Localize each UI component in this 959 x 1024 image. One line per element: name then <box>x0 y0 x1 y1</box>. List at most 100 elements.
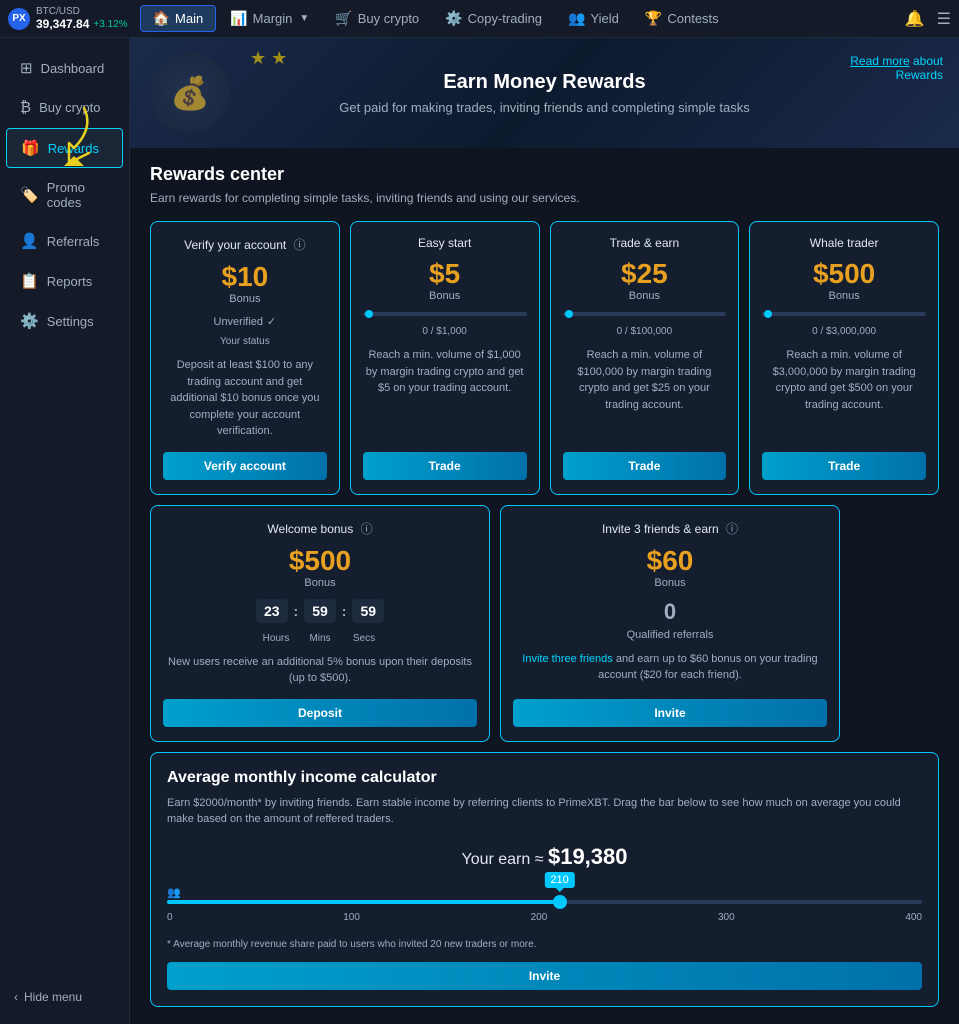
earn-amount: $19,380 <box>548 844 628 869</box>
sidebar-label-buy-crypto: Buy crypto <box>39 100 100 115</box>
copy-icon: ⚙️ <box>445 10 462 27</box>
calculator-invite-button[interactable]: Invite <box>167 962 922 990</box>
info-icon-verify[interactable]: ⓘ <box>294 238 306 252</box>
home-icon: 🏠 <box>153 10 170 27</box>
rewards-center-subtitle: Earn rewards for completing simple tasks… <box>150 191 939 205</box>
rewards-center-title: Rewards center <box>150 164 939 185</box>
invite-description-rest: and earn up to $60 bonus on your trading… <box>598 653 818 682</box>
progress-dot <box>365 310 373 318</box>
card-trade-earn-bonus: Bonus <box>629 290 660 302</box>
sidebar-item-settings[interactable]: ⚙️ Settings <box>6 302 123 340</box>
btc-price: 39,347.84 <box>36 17 89 31</box>
hamburger-menu-icon[interactable]: ☰ <box>937 9 951 29</box>
nav-items: 🏠 Main 📊 Margin ▼ 🛒 Buy crypto ⚙️ Copy-t… <box>140 5 905 32</box>
cart-icon: 🛒 <box>335 10 352 27</box>
sidebar-label-reports: Reports <box>47 274 93 289</box>
card-welcome-bonus-label: Bonus <box>304 577 335 589</box>
sidebar-item-rewards[interactable]: 🎁 Rewards <box>6 128 123 168</box>
slider-thumb[interactable] <box>553 895 567 909</box>
countdown-sep-2: : <box>342 603 347 619</box>
trade-earn-progress-bar <box>563 312 727 316</box>
hide-menu-btn[interactable]: ‹ Hide menu <box>0 980 129 1014</box>
hero-title: Earn Money Rewards <box>339 71 749 94</box>
slider-label-100: 100 <box>343 912 360 923</box>
countdown-mins: 59 <box>304 599 336 623</box>
nav-item-copy-trading[interactable]: ⚙️ Copy-trading <box>433 6 554 31</box>
calculator-card: Average monthly income calculator Earn $… <box>150 752 939 1007</box>
card-easy-start: Easy start $5 Bonus 0 / $1,000 Reach a m… <box>350 221 540 495</box>
sidebar-item-promo-codes[interactable]: 🏷️ Promo codes <box>6 170 123 220</box>
dashboard-icon: ⊞ <box>20 59 33 77</box>
card-invite-description: Invite three friends and earn up to $60 … <box>513 651 827 687</box>
card-welcome-amount: $500 <box>289 547 351 575</box>
logo-icon: PX <box>8 8 30 30</box>
nav-item-buy-crypto[interactable]: 🛒 Buy crypto <box>323 6 431 31</box>
calculator-earn-display: Your earn ≈ $19,380 <box>167 844 922 870</box>
nav-item-contests[interactable]: 🏆 Contests <box>633 6 731 31</box>
whale-progress-label: 0 / $3,000,000 <box>812 326 876 337</box>
info-icon-invite[interactable]: ⓘ <box>726 522 738 536</box>
sidebar-item-dashboard[interactable]: ⊞ Dashboard <box>6 49 123 87</box>
invite-friends-button[interactable]: Invite <box>513 699 827 727</box>
buy-crypto-icon: ₿ <box>20 99 31 116</box>
sidebar: ⊞ Dashboard ₿ Buy crypto 🎁 Rewards 🏷️ Pr… <box>0 38 130 1024</box>
card-invite-bonus-label: Bonus <box>654 577 685 589</box>
card-welcome-title: Welcome bonus ⓘ <box>267 520 372 537</box>
slider-track: 👥 <box>167 900 922 904</box>
card-verify-bonus-label: Bonus <box>229 293 260 305</box>
nav-item-margin[interactable]: 📊 Margin ▼ <box>218 6 321 31</box>
btc-price-display: BTC/USD 39,347.84 +3.12% <box>36 6 128 31</box>
easy-start-progress-label: 0 / $1,000 <box>422 326 466 337</box>
reports-icon: 📋 <box>20 272 39 290</box>
main-content: 💰 ★ ★ Earn Money Rewards Get paid for ma… <box>130 38 959 1024</box>
mins-label: Mins <box>301 633 339 644</box>
info-icon-welcome[interactable]: ⓘ <box>361 522 373 536</box>
sidebar-item-reports[interactable]: 📋 Reports <box>6 262 123 300</box>
tooltip-arrow <box>556 888 564 892</box>
cards-row-1: Verify your account ⓘ $10 Bonus Unverifi… <box>150 221 939 495</box>
topnav-right: 🔔 ☰ <box>905 9 951 29</box>
hero-banner: 💰 ★ ★ Earn Money Rewards Get paid for ma… <box>130 38 959 148</box>
card-verify-amount: $10 <box>222 263 269 291</box>
notification-bell-icon[interactable]: 🔔 <box>905 9 925 29</box>
slider-labels: 0 100 200 300 400 <box>167 912 922 923</box>
settings-icon: ⚙️ <box>20 312 39 330</box>
read-more-link[interactable]: Read more aboutRewards <box>850 54 943 82</box>
invite-link[interactable]: Invite three friends <box>522 653 613 665</box>
checkmark-icon: ✓ <box>267 315 276 328</box>
card-whale-amount: $500 <box>813 260 875 288</box>
progress-dot-3 <box>764 310 772 318</box>
countdown-sep-1: : <box>294 603 299 619</box>
nav-item-main[interactable]: 🏠 Main <box>140 5 217 32</box>
card-easy-start-description: Reach a min. volume of $1,000 by margin … <box>363 347 527 440</box>
hero-subtitle: Get paid for making trades, inviting fri… <box>339 100 749 115</box>
deposit-button[interactable]: Deposit <box>163 699 477 727</box>
trade-earn-progress-label: 0 / $100,000 <box>617 326 673 337</box>
card-invite-friends: Invite 3 friends & earn ⓘ $60 Bonus 0 Qu… <box>500 505 840 742</box>
verify-account-button[interactable]: Verify account <box>163 452 327 480</box>
app-body: ⊞ Dashboard ₿ Buy crypto 🎁 Rewards 🏷️ Pr… <box>0 38 959 1024</box>
nav-item-yield[interactable]: 👥 Yield <box>556 6 631 31</box>
logo-area: PX BTC/USD 39,347.84 +3.12% <box>8 6 128 31</box>
secs-label: Secs <box>345 633 383 644</box>
referrals-icon: 👤 <box>20 232 39 250</box>
referrals-label: Qualified referrals <box>627 629 714 641</box>
slider-container: 210 👥 0 100 200 300 <box>167 900 922 923</box>
slider-label-400: 400 <box>905 912 922 923</box>
trade-earn-button[interactable]: Trade <box>563 452 727 480</box>
card-whale-description: Reach a min. volume of $3,000,000 by mar… <box>762 347 926 440</box>
slider-label-300: 300 <box>718 912 735 923</box>
cards-row-2: Welcome bonus ⓘ $500 Bonus 23 : 59 : 59 … <box>150 505 939 742</box>
card-trade-earn: Trade & earn $25 Bonus 0 / $100,000 Reac… <box>550 221 740 495</box>
sidebar-item-buy-crypto[interactable]: ₿ Buy crypto <box>6 89 123 126</box>
card-whale-bonus: Bonus <box>829 290 860 302</box>
chevron-down-icon: ▼ <box>299 13 309 24</box>
card-invite-title: Invite 3 friends & earn ⓘ <box>602 520 738 537</box>
yield-icon: 👥 <box>568 10 585 27</box>
nav-label-yield: Yield <box>590 11 618 26</box>
whale-trade-button[interactable]: Trade <box>762 452 926 480</box>
easy-start-trade-button[interactable]: Trade <box>363 452 527 480</box>
card-whale-title: Whale trader <box>810 236 879 250</box>
sidebar-item-referrals[interactable]: 👤 Referrals <box>6 222 123 260</box>
card-welcome-bonus: Welcome bonus ⓘ $500 Bonus 23 : 59 : 59 … <box>150 505 490 742</box>
